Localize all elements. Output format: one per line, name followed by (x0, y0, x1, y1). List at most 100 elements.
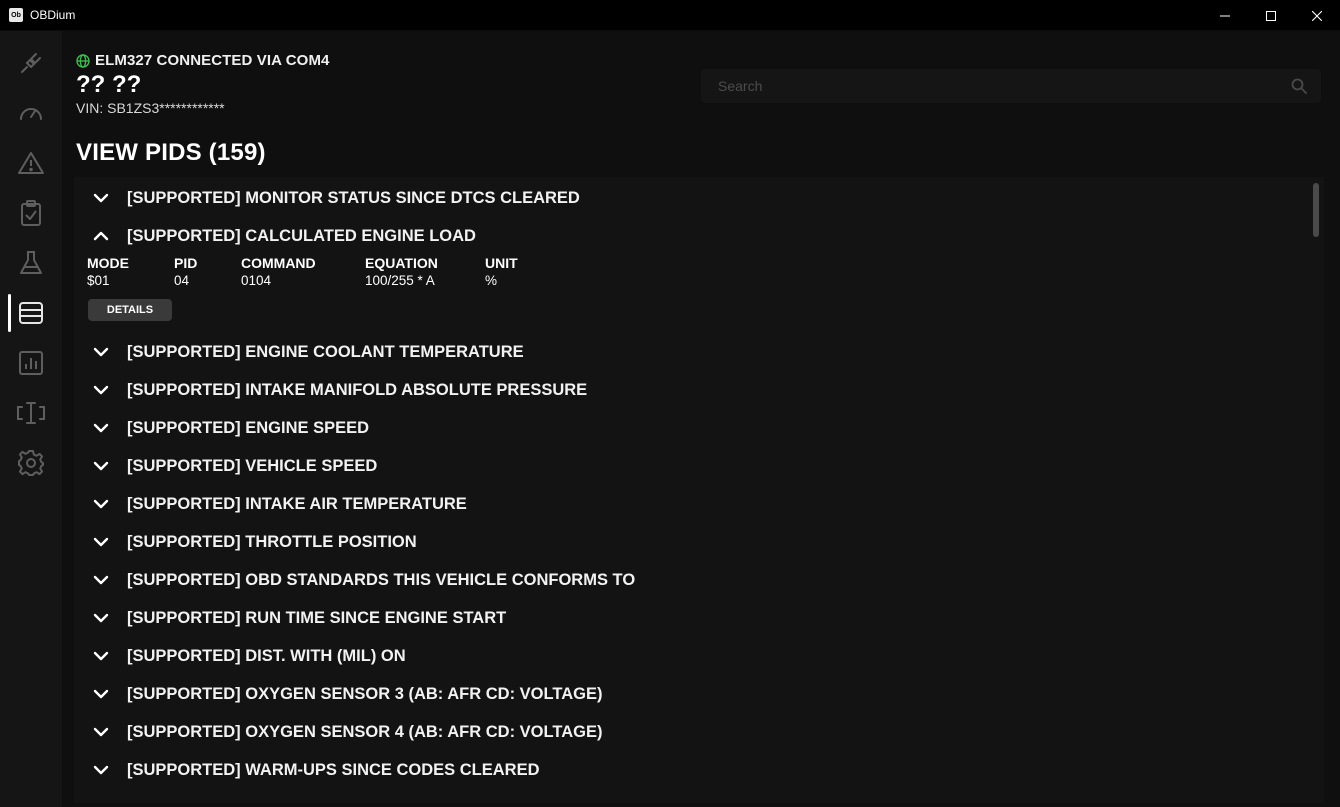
sidebar-item-readiness[interactable] (0, 190, 62, 236)
scrollbar-thumb[interactable] (1313, 183, 1319, 237)
sidebar (0, 31, 62, 807)
search-box (701, 69, 1321, 103)
search-icon[interactable] (1291, 78, 1307, 94)
page-title: VIEW PIDS (159) (76, 139, 266, 166)
pid-row[interactable]: [SUPPORTED] THROTTLE POSITION (74, 523, 1304, 561)
clipboard-check-icon (21, 200, 41, 226)
chevron-down-icon (93, 461, 109, 471)
connection-status-text: ELM327 CONNECTED VIA COM4 (95, 52, 330, 69)
details-button[interactable]: DETAILS (88, 299, 172, 321)
unit-value: % (485, 273, 498, 288)
pid-row[interactable]: [SUPPORTED] ENGINE COOLANT TEMPERATURE (74, 333, 1304, 371)
search-input[interactable] (718, 78, 1278, 94)
globe-icon (76, 53, 90, 68)
chevron-down-icon (93, 347, 109, 357)
mode-value: $01 (87, 273, 110, 288)
pid-row[interactable]: [SUPPORTED] INTAKE AIR TEMPERATURE (74, 485, 1304, 523)
pid-label: [SUPPORTED] ENGINE SPEED (127, 418, 370, 437)
mode-column: MODE $01 (87, 255, 129, 288)
pid-code-label: PID (174, 255, 198, 271)
minimize-icon (1220, 15, 1230, 16)
app-icon: Ob (9, 8, 23, 22)
command-label: COMMAND (241, 255, 316, 271)
pid-row[interactable]: [SUPPORTED] DIST. WITH (MIL) ON (74, 637, 1304, 675)
maximize-button[interactable] (1248, 0, 1294, 31)
equation-value: 100/255 * A (365, 273, 435, 288)
chevron-down-icon (93, 499, 109, 509)
warning-icon (18, 152, 44, 174)
window-controls (1202, 0, 1340, 31)
close-icon (1312, 10, 1322, 21)
sidebar-item-pids[interactable] (0, 290, 62, 336)
pid-row[interactable]: [SUPPORTED] RUN TIME SINCE ENGINE START (74, 599, 1304, 637)
pid-label: [SUPPORTED] WARM-UPS SINCE CODES CLEARED (127, 760, 540, 779)
sidebar-item-dashboard[interactable] (0, 90, 62, 136)
close-button[interactable] (1294, 0, 1340, 31)
pid-row[interactable]: [SUPPORTED] VEHICLE SPEED (74, 447, 1304, 485)
pid-label: [SUPPORTED] RUN TIME SINCE ENGINE START (127, 608, 507, 627)
pid-label: [SUPPORTED] OXYGEN SENSOR 3 (AB: AFR CD:… (127, 684, 603, 703)
main-content: ELM327 CONNECTED VIA COM4 ?? ?? VIN: SB1… (62, 31, 1340, 807)
pid-column: PID 04 (174, 255, 197, 288)
chevron-down-icon (93, 651, 109, 661)
sidebar-item-terminal[interactable] (0, 390, 62, 436)
pid-row[interactable]: [SUPPORTED] ENGINE SPEED (74, 409, 1304, 447)
equation-column: EQUATION 100/255 * A (365, 255, 438, 288)
unit-column: UNIT % (485, 255, 518, 288)
minimize-button[interactable] (1202, 0, 1248, 31)
pid-row-expanded[interactable]: [SUPPORTED] CALCULATED ENGINE LOAD (74, 217, 1304, 255)
unit-label: UNIT (485, 255, 518, 271)
pid-label: [SUPPORTED] INTAKE AIR TEMPERATURE (127, 494, 467, 513)
gauge-icon (20, 108, 42, 120)
plug-icon (21, 53, 41, 73)
scrollbar[interactable] (1310, 177, 1322, 803)
pid-label: [SUPPORTED] MONITOR STATUS SINCE DTCS CL… (127, 188, 580, 207)
pid-row[interactable]: [SUPPORTED] WARM-UPS SINCE CODES CLEARED (74, 751, 1304, 789)
maximize-icon (1266, 10, 1276, 21)
pid-label: [SUPPORTED] DIST. WITH (MIL) ON (127, 646, 406, 665)
bar-chart-icon (19, 351, 43, 375)
window-title: OBDium (30, 8, 76, 22)
pid-row[interactable]: [SUPPORTED] OXYGEN SENSOR 4 (AB: AFR CD:… (74, 713, 1304, 751)
chevron-down-icon (93, 689, 109, 699)
command-column: COMMAND 0104 (241, 255, 316, 288)
pid-label: [SUPPORTED] CALCULATED ENGINE LOAD (127, 226, 476, 245)
vehicle-name: ?? ?? (76, 71, 142, 98)
vin-label: VIN: SB1ZS3************ (76, 100, 225, 116)
chevron-down-icon (93, 727, 109, 737)
chevron-down-icon (93, 385, 109, 395)
sidebar-item-connection[interactable] (0, 40, 62, 86)
chevron-down-icon (93, 423, 109, 433)
chevron-up-icon (93, 231, 109, 241)
chevron-down-icon (93, 765, 109, 775)
flask-icon (20, 251, 42, 274)
title-bar: Ob OBDium (0, 0, 1340, 31)
chevron-down-icon (93, 613, 109, 623)
pid-label: [SUPPORTED] INTAKE MANIFOLD ABSOLUTE PRE… (127, 380, 588, 399)
pid-row[interactable]: [SUPPORTED] OBD STANDARDS THIS VEHICLE C… (74, 561, 1304, 599)
pid-list-panel: [SUPPORTED] MONITOR STATUS SINCE DTCS CL… (74, 177, 1324, 803)
connection-status: ELM327 CONNECTED VIA COM4 (76, 52, 329, 69)
gear-icon (18, 450, 44, 476)
list-icon (19, 302, 43, 324)
pid-row[interactable]: [SUPPORTED] OXYGEN SENSOR 3 (AB: AFR CD:… (74, 675, 1304, 713)
pid-details: MODE $01 PID 04 COMMAND 0104 EQUATION 10… (74, 255, 774, 325)
chevron-down-icon (93, 537, 109, 547)
pid-label: [SUPPORTED] OBD STANDARDS THIS VEHICLE C… (127, 570, 636, 589)
sidebar-item-diagnostics[interactable] (0, 140, 62, 186)
equation-label: EQUATION (365, 255, 438, 271)
pid-label: [SUPPORTED] OXYGEN SENSOR 4 (AB: AFR CD:… (127, 722, 603, 741)
pid-row[interactable]: [SUPPORTED] MONITOR STATUS SINCE DTCS CL… (74, 179, 1304, 217)
chevron-down-icon (93, 193, 109, 203)
pid-label: [SUPPORTED] VEHICLE SPEED (127, 456, 378, 475)
sidebar-item-graphs[interactable] (0, 340, 62, 386)
chevron-down-icon (93, 575, 109, 585)
sidebar-item-settings[interactable] (0, 440, 62, 486)
pid-row[interactable]: [SUPPORTED] INTAKE MANIFOLD ABSOLUTE PRE… (74, 371, 1304, 409)
text-cursor-icon (17, 402, 45, 424)
pid-label: [SUPPORTED] ENGINE COOLANT TEMPERATURE (127, 342, 524, 361)
pid-code-value: 04 (174, 273, 190, 288)
mode-label: MODE (87, 255, 129, 271)
sidebar-item-tests[interactable] (0, 240, 62, 286)
pid-label: [SUPPORTED] THROTTLE POSITION (127, 532, 417, 551)
